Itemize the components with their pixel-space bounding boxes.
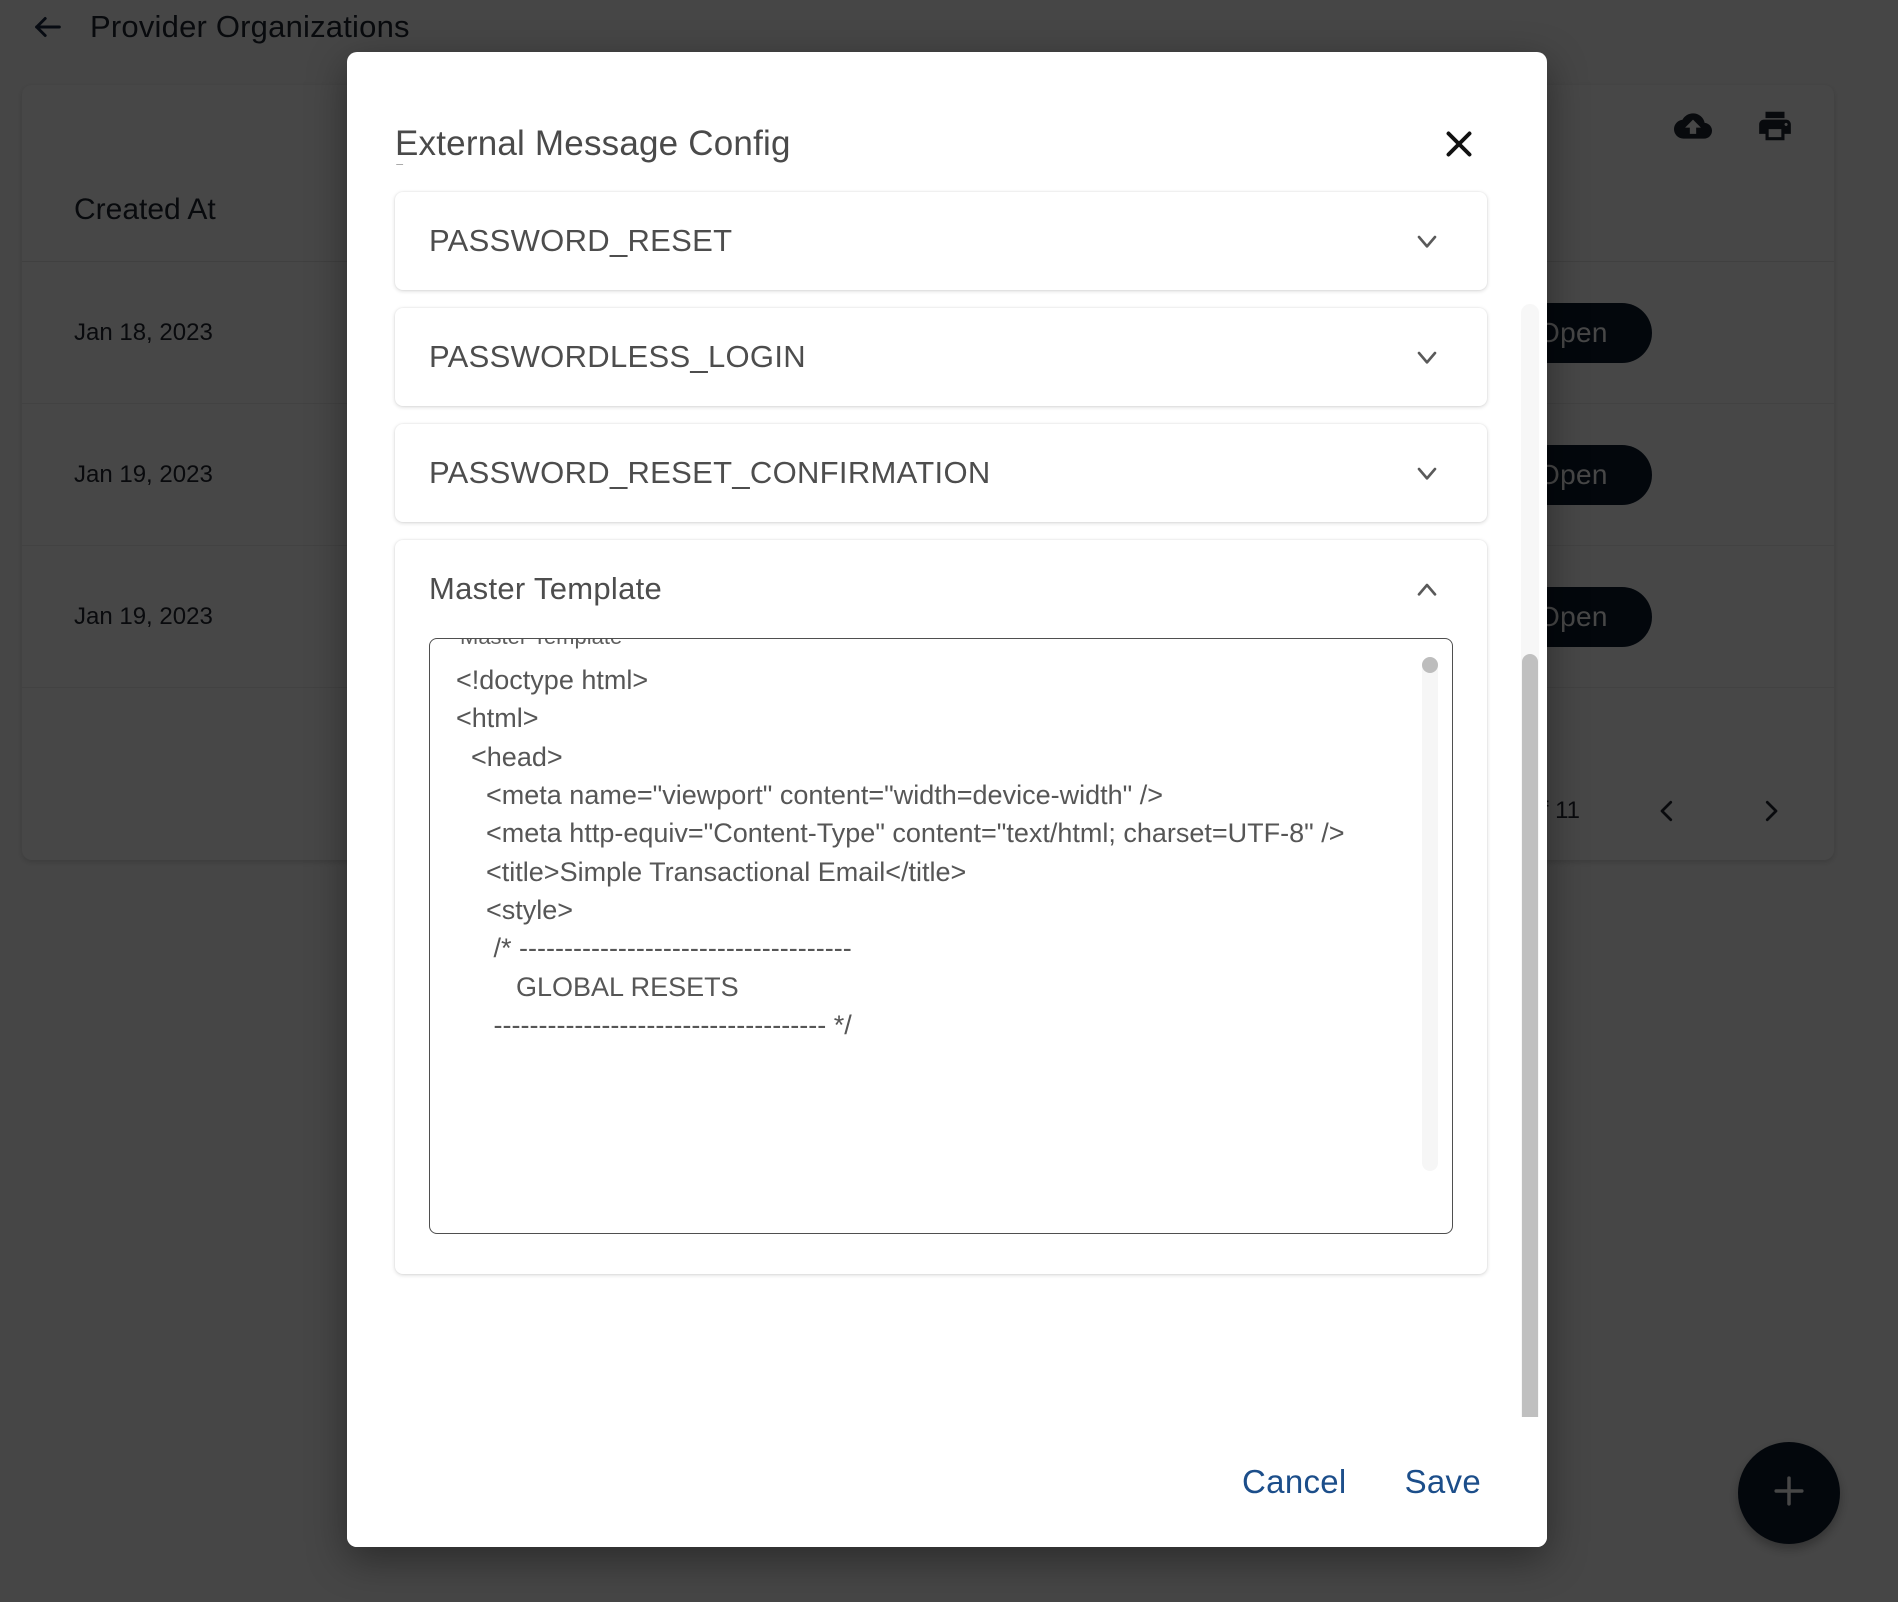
accordion-header[interactable]: PASSWORD_RESET <box>395 192 1487 290</box>
dialog-scrollbar-thumb[interactable] <box>1522 654 1538 1417</box>
accordion-label: PASSWORD_RESET_CONFIRMATION <box>429 455 991 490</box>
cancel-button[interactable]: Cancel <box>1220 1453 1369 1511</box>
dialog-header: External Message Config <box>347 52 1547 164</box>
accordion-password-reset-confirmation[interactable]: PASSWORD_RESET_CONFIRMATION <box>395 424 1487 522</box>
accordion-label: PASSWORDLESS_LOGIN <box>429 339 806 374</box>
accordion-panel: Master Template <!doctype html> <html> <… <box>395 638 1487 1274</box>
dialog-title: External Message Config <box>395 124 791 163</box>
master-template-field[interactable]: Master Template <!doctype html> <html> <… <box>429 638 1453 1234</box>
chevron-up-icon[interactable] <box>1411 573 1443 605</box>
chevron-down-icon[interactable] <box>1411 225 1443 257</box>
accordion-password-reset[interactable]: PASSWORD_RESET <box>395 192 1487 290</box>
accordion-passwordless-login[interactable]: PASSWORDLESS_LOGIN <box>395 308 1487 406</box>
accordion-master-template[interactable]: Master Template Master Template <!doctyp… <box>395 540 1487 1274</box>
accordion-label: Master Template <box>429 571 663 606</box>
clipped-accordion-fragment: - <box>395 164 404 184</box>
accordion-header[interactable]: PASSWORDLESS_LOGIN <box>395 308 1487 406</box>
dialog-body[interactable]: - PASSWORD_RESET PASSWORDLESS_LOGIN <box>347 164 1547 1417</box>
chevron-down-icon[interactable] <box>1411 457 1443 489</box>
close-icon[interactable] <box>1437 122 1481 166</box>
external-message-config-dialog: External Message Config - PASSWORD_RESET… <box>347 52 1547 1547</box>
accordion-header[interactable]: Master Template <box>395 540 1487 638</box>
textarea-scrollbar-track[interactable] <box>1422 657 1438 1171</box>
accordion-label: PASSWORD_RESET <box>429 223 733 258</box>
dialog-footer: Cancel Save <box>347 1417 1547 1547</box>
accordion-header[interactable]: PASSWORD_RESET_CONFIRMATION <box>395 424 1487 522</box>
textarea-scrollbar-thumb[interactable] <box>1422 657 1438 673</box>
master-template-textarea[interactable]: <!doctype html> <html> <head> <meta name… <box>456 661 1426 1207</box>
master-template-field-label: Master Template <box>452 639 631 650</box>
chevron-down-icon[interactable] <box>1411 341 1443 373</box>
save-button[interactable]: Save <box>1383 1453 1503 1511</box>
